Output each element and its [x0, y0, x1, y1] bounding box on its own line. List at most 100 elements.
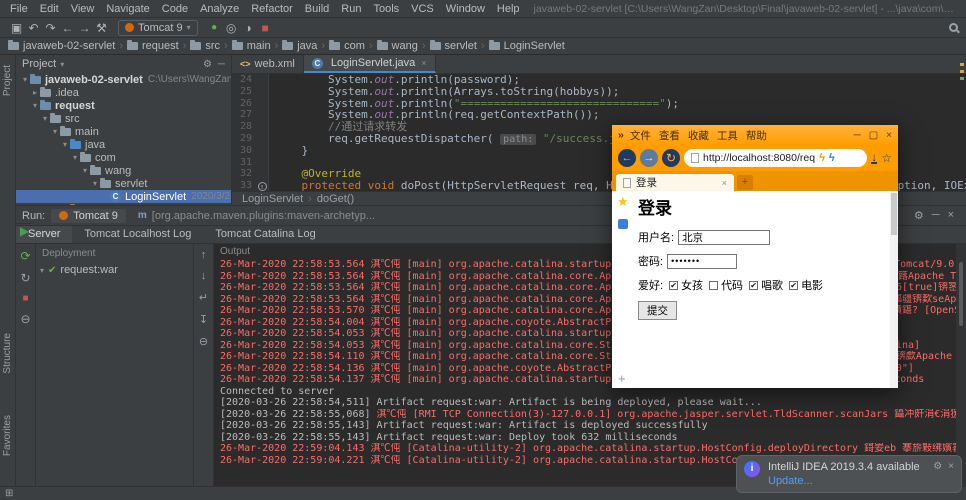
breadcrumb-item-src[interactable]: src — [190, 40, 220, 52]
breadcrumb-item-wang[interactable]: wang — [376, 40, 418, 52]
hobby-checkbox-女孩[interactable]: ✔ 女孩 — [669, 277, 703, 293]
run-button[interactable]: ▶ — [16, 223, 33, 238]
browser-refresh-button[interactable]: ↻ — [662, 149, 680, 167]
build-icon[interactable]: ⚒ — [93, 21, 110, 35]
address-bar[interactable]: http://localhost:8080/req ϟ ϟ — [684, 149, 868, 167]
browser-menu-查看[interactable]: 查看 — [659, 128, 680, 143]
tree-item-LoginServlet[interactable]: C LoginServlet 2020/3/26 2... — [16, 190, 231, 203]
download-icon[interactable]: ↓ — [871, 151, 878, 164]
line-number[interactable]: 27 — [232, 109, 256, 122]
toolwindow-structure[interactable]: Structure — [2, 333, 13, 374]
hide-panel-icon[interactable]: ─ — [218, 59, 225, 70]
password-input[interactable]: ••••••• — [667, 253, 738, 269]
tree-item-wang[interactable]: ▾ wang — [16, 164, 231, 177]
deployment-item[interactable]: ▾ ✔ request:war — [40, 264, 189, 276]
expand-arrow-icon[interactable]: ▾ — [50, 127, 60, 136]
toolwindow-toggle-icon[interactable]: ⊞ — [5, 488, 13, 499]
breadcrumb-item-servlet[interactable]: servlet — [429, 40, 477, 52]
run-tab-maven[interactable]: m [org.apache.maven.plugins:maven-archety… — [130, 209, 383, 223]
sidebar-app-icon[interactable] — [618, 219, 628, 229]
stop-server-button[interactable]: ■ — [22, 293, 28, 304]
chevron-down-icon[interactable]: ▾ — [60, 60, 64, 69]
breadcrumb-item-javaweb-02-servlet[interactable]: javaweb-02-servlet — [8, 40, 115, 52]
tree-item-servlet[interactable]: ▾ servlet — [16, 177, 231, 190]
line-number[interactable]: 28 — [232, 121, 256, 133]
expand-arrow-icon[interactable]: ▸ — [30, 88, 40, 97]
expand-arrow-icon[interactable]: ▾ — [60, 140, 70, 149]
expand-arrow-icon[interactable]: ▾ — [40, 114, 50, 123]
browser-close-button[interactable]: × — [886, 130, 892, 141]
tab-tomcat-localhost-log[interactable]: Tomcat Localhost Log — [72, 226, 203, 243]
scroll-to-end-icon[interactable]: ↧ — [199, 313, 208, 326]
browser-tab[interactable]: 登录 × — [616, 174, 734, 191]
submit-button[interactable]: 提交 — [638, 301, 677, 320]
browser-menu-帮助[interactable]: 帮助 — [746, 128, 767, 143]
tree-item-src[interactable]: ▾ src — [16, 112, 231, 125]
browser-menu-收藏[interactable]: 收藏 — [688, 128, 709, 143]
scroll-up-icon[interactable]: ↑ — [201, 249, 207, 261]
editor-breadcrumb-doGet()[interactable]: doGet() — [317, 193, 354, 205]
tab-close-icon[interactable]: × — [722, 178, 727, 188]
username-input[interactable]: 北京 — [678, 229, 771, 245]
expand-arrow-icon[interactable]: ▾ — [30, 101, 40, 110]
browser-back-button[interactable]: ← — [618, 149, 636, 167]
rerun-server-button[interactable]: ⟳ — [20, 249, 30, 263]
line-number[interactable]: 33 — [232, 180, 256, 191]
redo-icon[interactable]: ↷ — [42, 21, 59, 35]
back-icon[interactable]: ← — [59, 21, 76, 35]
stop-button[interactable]: ■ — [257, 21, 274, 35]
tree-item-request[interactable]: ▾ request — [16, 99, 231, 112]
new-tab-button[interactable]: + — [737, 175, 753, 190]
menu-run[interactable]: Run — [335, 3, 367, 15]
tree-item-javaweb-02-servlet[interactable]: ▾ javaweb-02-servlet C:\Users\WangZan\Desk… — [16, 73, 231, 86]
coverage-button[interactable]: ◎ — [223, 21, 240, 35]
zoom-plus-button[interactable]: + — [618, 371, 626, 386]
browser-minimize-button[interactable]: ─ — [854, 130, 861, 141]
toolwindow-favorites[interactable]: Favorites — [2, 415, 13, 456]
hobby-checkbox-唱歌[interactable]: ✔ 唱歌 — [749, 277, 783, 293]
browser-menu-工具[interactable]: 工具 — [717, 128, 738, 143]
line-number[interactable]: 30 — [232, 144, 256, 157]
menu-tools[interactable]: Tools — [367, 3, 405, 15]
hobby-checkbox-电影[interactable]: ✔ 电影 — [789, 277, 823, 293]
notification-close-icon[interactable]: × — [948, 461, 954, 472]
run-tab-tomcat[interactable]: Tomcat 9 — [51, 208, 126, 223]
editor-tab-LoginServlet.java[interactable]: C LoginServlet.java × — [303, 55, 436, 73]
tab-tomcat-catalina-log[interactable]: Tomcat Catalina Log — [203, 226, 327, 243]
editor-tab-web.xml[interactable]: <> web.xml — [232, 55, 304, 73]
menu-code[interactable]: Code — [156, 3, 194, 15]
browser-forward-button[interactable]: → — [640, 149, 658, 167]
menu-view[interactable]: View — [65, 3, 101, 15]
line-number[interactable]: 24 — [232, 74, 256, 86]
expand-arrow-icon[interactable]: ▾ — [70, 153, 80, 162]
console-scrollbar[interactable] — [956, 244, 966, 486]
tree-item-resources[interactable]: resources — [16, 203, 231, 205]
project-panel-title[interactable]: Project — [22, 58, 56, 70]
update-link[interactable]: Update... — [768, 475, 920, 487]
menu-window[interactable]: Window — [440, 3, 491, 15]
menu-build[interactable]: Build — [299, 3, 335, 15]
run-config-selector[interactable]: Tomcat 9 ▾ — [118, 19, 198, 36]
breadcrumb-item-main[interactable]: main — [231, 40, 271, 52]
hide-run-panel-icon[interactable]: ─ — [932, 209, 940, 222]
menu-navigate[interactable]: Navigate — [100, 3, 155, 15]
menu-help[interactable]: Help — [491, 3, 526, 15]
lightning-icon[interactable]: ϟ — [829, 152, 835, 164]
clear-all-icon[interactable]: ⊖ — [199, 335, 208, 348]
run-settings-icon[interactable]: ⚙ — [914, 209, 924, 222]
tree-item-java[interactable]: ▾ java — [16, 138, 231, 151]
tree-item-com[interactable]: ▾ com — [16, 151, 231, 164]
expand-arrow-icon[interactable]: ▾ — [80, 166, 90, 175]
menu-vcs[interactable]: VCS — [405, 3, 440, 15]
favorite-star-icon[interactable]: ☆ — [881, 151, 892, 165]
close-run-panel-icon[interactable]: × — [948, 209, 954, 222]
breadcrumb-item-LoginServlet[interactable]: LoginServlet — [488, 40, 565, 52]
line-number[interactable]: 32 — [232, 168, 256, 181]
hobby-checkbox-代码[interactable]: 代码 — [709, 277, 743, 293]
override-marker-icon[interactable]: ↑ — [257, 182, 267, 191]
undo-icon[interactable]: ↶ — [25, 21, 42, 35]
editor-breadcrumb-LoginServlet[interactable]: LoginServlet — [242, 193, 303, 205]
debug-button[interactable]: ● — [206, 22, 223, 33]
profiler-button[interactable]: ◑ — [240, 21, 257, 35]
expand-arrow-icon[interactable]: ▾ — [90, 179, 100, 188]
